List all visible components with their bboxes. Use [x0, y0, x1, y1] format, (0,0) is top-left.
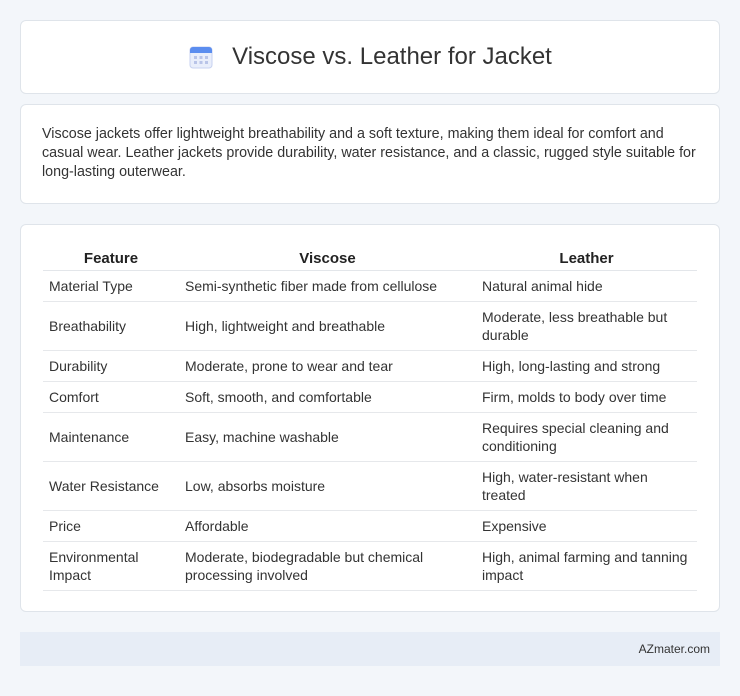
- cell-feature: Breathability: [43, 301, 179, 351]
- calendar-icon: [189, 46, 213, 69]
- header-viscose: Viscose: [179, 247, 476, 271]
- summary-text: Viscose jackets offer lightweight breath…: [42, 126, 696, 180]
- table-row: Price Affordable Expensive: [43, 510, 697, 542]
- cell-viscose: Low, absorbs moisture: [179, 461, 476, 511]
- cell-feature: Environmental Impact: [43, 541, 179, 591]
- table-row: Material Type Semi-synthetic fiber made …: [43, 270, 697, 302]
- table-row: Breathability High, lightweight and brea…: [43, 301, 697, 351]
- cell-feature: Maintenance: [43, 412, 179, 462]
- table-row: Durability Moderate, prone to wear and t…: [43, 350, 697, 382]
- page-title: Viscose vs. Leather for Jacket: [232, 43, 552, 70]
- cell-viscose: Soft, smooth, and comfortable: [179, 381, 476, 413]
- cell-viscose: Moderate, biodegradable but chemical pro…: [179, 541, 476, 591]
- cell-viscose: Easy, machine washable: [179, 412, 476, 462]
- header-feature: Feature: [43, 247, 179, 271]
- cell-leather: Expensive: [476, 510, 697, 542]
- cell-feature: Durability: [43, 350, 179, 382]
- cell-leather: Firm, molds to body over time: [476, 381, 697, 413]
- table-header-row: Feature Viscose Leather: [43, 247, 697, 271]
- cell-leather: Requires special cleaning and conditioni…: [476, 412, 697, 462]
- table-row: Water Resistance Low, absorbs moisture H…: [43, 461, 697, 511]
- table-row: Comfort Soft, smooth, and comfortable Fi…: [43, 381, 697, 413]
- cell-leather: Moderate, less breathable but durable: [476, 301, 697, 351]
- footer-brand[interactable]: AZmater.com: [639, 642, 710, 656]
- title-card: Viscose vs. Leather for Jacket: [20, 20, 720, 94]
- table-row: Environmental Impact Moderate, biodegrad…: [43, 541, 697, 591]
- cell-leather: High, water-resistant when treated: [476, 461, 697, 511]
- cell-leather: High, long-lasting and strong: [476, 350, 697, 382]
- cell-viscose: Moderate, prone to wear and tear: [179, 350, 476, 382]
- cell-feature: Material Type: [43, 270, 179, 302]
- cell-viscose: High, lightweight and breathable: [179, 301, 476, 351]
- footer: AZmater.com: [20, 632, 720, 666]
- header-leather: Leather: [476, 247, 697, 271]
- summary-card: Viscose jackets offer lightweight breath…: [20, 104, 720, 204]
- cell-feature: Water Resistance: [43, 461, 179, 511]
- cell-viscose: Affordable: [179, 510, 476, 542]
- cell-viscose: Semi-synthetic fiber made from cellulose: [179, 270, 476, 302]
- table-row: Maintenance Easy, machine washable Requi…: [43, 412, 697, 462]
- comparison-table: Feature Viscose Leather Material Type Se…: [43, 247, 697, 591]
- cell-feature: Comfort: [43, 381, 179, 413]
- cell-leather: Natural animal hide: [476, 270, 697, 302]
- comparison-table-card: Feature Viscose Leather Material Type Se…: [20, 224, 720, 612]
- cell-feature: Price: [43, 510, 179, 542]
- cell-leather: High, animal farming and tanning impact: [476, 541, 697, 591]
